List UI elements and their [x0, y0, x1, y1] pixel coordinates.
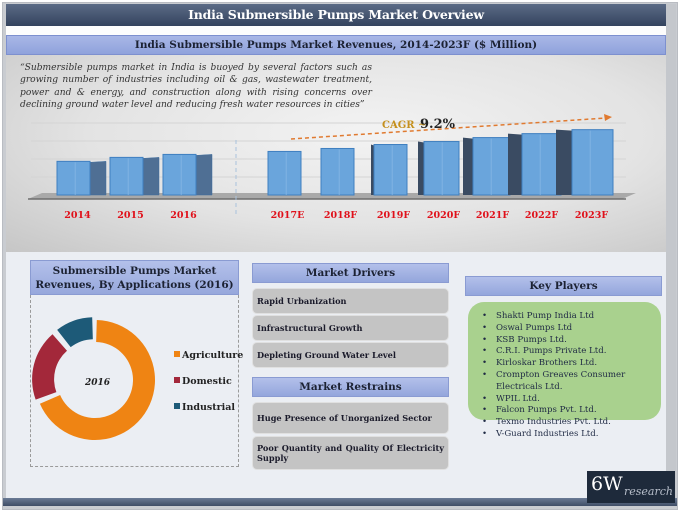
driver-item: Rapid Urbanization: [252, 288, 449, 314]
market-quote: “Submersible pumps market in India is bu…: [20, 63, 372, 110]
bottom-bar: [3, 498, 677, 506]
bar: [162, 153, 197, 196]
cagr-value: 9.2%: [420, 117, 456, 132]
x-tick-label: 2023F: [575, 210, 608, 221]
legend-label: Domestic: [182, 376, 232, 387]
x-tick-label: 2015: [117, 210, 143, 221]
logo-main: 6W: [591, 473, 623, 495]
market-drivers-header: Market Drivers: [252, 263, 449, 283]
x-tick-label: 2016: [170, 210, 197, 221]
legend-swatch: [174, 377, 180, 383]
divider: [6, 26, 666, 35]
bar: [521, 133, 562, 196]
x-tick-label: 2018F: [324, 210, 357, 221]
x-tick-label: 2019F: [377, 210, 410, 221]
bar: [571, 129, 614, 196]
x-tick-label: 2014: [64, 210, 91, 221]
key-player-item: Oswal Pumps Ltd: [482, 323, 661, 335]
legend-domestic: Domestic: [174, 376, 232, 387]
legend-label: Industrial: [182, 402, 236, 413]
key-player-item: C.R.I. Pumps Private Ltd.: [482, 346, 661, 358]
bar: [267, 150, 302, 196]
key-players-list: Shakti Pump India Ltd Oswal Pumps Ltd KS…: [482, 311, 661, 441]
right-edge: [666, 4, 676, 498]
x-tick-label: 2022F: [525, 210, 558, 221]
bar: [423, 141, 460, 196]
bar: [320, 147, 355, 196]
legend-swatch: [174, 351, 180, 357]
applications-chart-title: Submersible Pumps Market Revenues, By Ap…: [30, 260, 239, 295]
key-players-box: Shakti Pump India Ltd Oswal Pumps Ltd KS…: [468, 302, 661, 441]
restrain-item: Huge Presence of Unorganized Sector: [252, 402, 449, 434]
market-restrains-header: Market Restrains: [252, 377, 449, 397]
key-player-item: Shakti Pump India Ltd: [482, 311, 661, 323]
donut-slice-industrial: [57, 317, 93, 348]
key-player-item: Falcon Pumps Pvt. Ltd.: [482, 405, 661, 417]
legend-industrial: Industrial: [174, 402, 235, 413]
key-player-item: WPIL Ltd.: [482, 394, 661, 406]
bar-side: [463, 137, 473, 195]
bar: [373, 144, 408, 196]
driver-item: Infrastructural Growth: [252, 315, 449, 341]
key-player-item: V-Guard Industries Ltd.: [482, 429, 661, 441]
legend-agriculture: Agriculture: [174, 350, 243, 361]
logo-sub: research: [624, 485, 673, 498]
bar-side: [195, 154, 213, 196]
x-tick-label: 2017E: [271, 210, 305, 221]
chart-title-bar: India Submersible Pumps Market Revenues,…: [6, 35, 666, 55]
bar-side: [89, 161, 107, 196]
legend-label: Agriculture: [182, 350, 244, 361]
bar-side: [508, 133, 522, 195]
bar-side: [556, 129, 572, 195]
key-players-header: Key Players: [465, 276, 662, 296]
legend-swatch: [174, 403, 180, 409]
donut-slice-domestic: [32, 334, 68, 400]
key-player-item: KSB Pumps Ltd.: [482, 335, 661, 347]
bar: [56, 160, 91, 196]
bar: [109, 156, 144, 196]
x-tick-label: 2020F: [427, 210, 460, 221]
x-tick-label: 2021F: [476, 210, 509, 221]
bar-side: [418, 141, 424, 195]
restrain-item: Poor Quantity and Quality Of Electricity…: [252, 436, 449, 470]
driver-item: Depleting Ground Water Level: [252, 342, 449, 368]
key-player-item: Texmo Industries Pvt. Ltd.: [482, 417, 661, 429]
cagr-arrowhead: [604, 114, 612, 121]
key-player-item: Crompton Greaves Consumer Electricals Lt…: [482, 370, 661, 394]
page-title: India Submersible Pumps Market Overview: [6, 4, 666, 26]
6wresearch-logo: 6W research: [587, 471, 675, 503]
bar-side: [142, 157, 160, 196]
key-player-item: Kirloskar Brothers Ltd.: [482, 358, 661, 370]
donut-center-label: 2016: [85, 378, 111, 388]
